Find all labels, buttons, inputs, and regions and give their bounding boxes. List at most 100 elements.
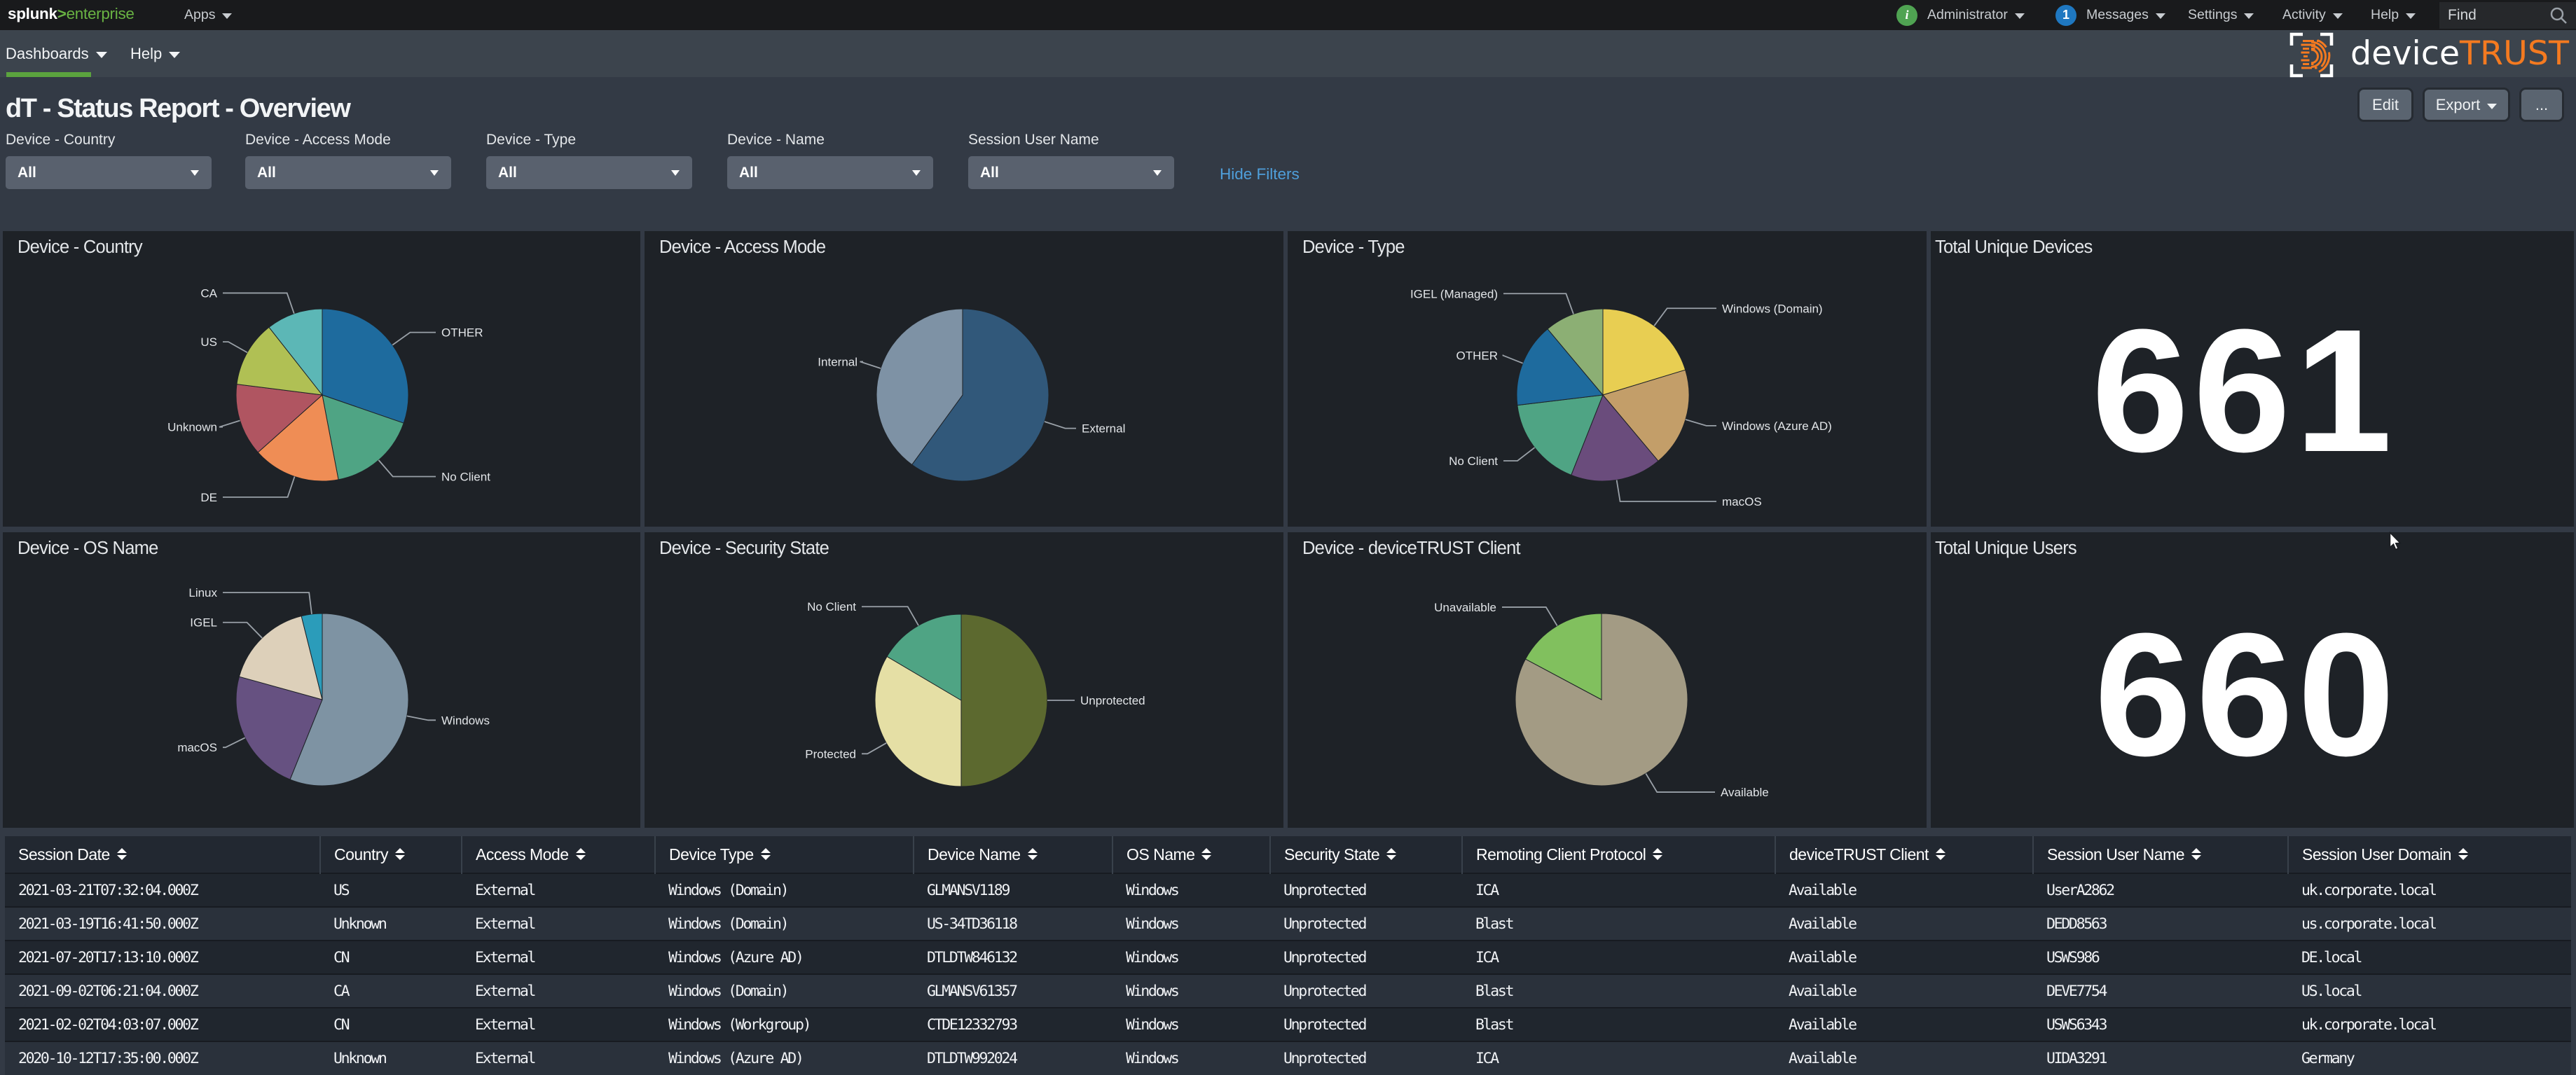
menu-apps[interactable]: Apps	[184, 0, 232, 30]
table-row[interactable]: 2020-10-12T17:35:00.000ZUnknownExternalW…	[5, 1041, 2571, 1075]
filter-dropdown-0[interactable]: All	[6, 156, 212, 189]
table-cell: Blast	[1462, 1008, 1775, 1041]
pie-label-leader	[1654, 308, 1716, 326]
chevron-down-icon	[191, 170, 199, 176]
filter-label-0: Device - Country	[6, 132, 115, 148]
table-cell: Windows	[1113, 873, 1270, 907]
table-cell: Unprotected	[1270, 907, 1462, 941]
table-cell: Available	[1775, 941, 2033, 974]
table-cell: GLMANSV1189	[914, 873, 1113, 907]
single-value: 660	[2094, 607, 2399, 782]
menu-administrator[interactable]: iAdministrator	[1896, 0, 2025, 30]
pie-chart[interactable]: AvailableUnavailable	[1288, 532, 1927, 828]
menu-messages[interactable]: 1Messages	[2055, 0, 2165, 30]
filter-label-2: Device - Type	[486, 132, 576, 148]
table-cell: Windows (Domain)	[655, 873, 914, 907]
table-cell: Unprotected	[1270, 941, 1462, 974]
table-cell: External	[462, 1041, 655, 1075]
pie-slice-label: OTHER	[1456, 349, 1499, 362]
table-row[interactable]: 2021-03-21T07:32:04.000ZUSExternalWindow…	[5, 873, 2571, 907]
pie-chart[interactable]: OTHERNo ClientDEUnknownUSCA	[3, 231, 640, 527]
table-cell: Unprotected	[1270, 974, 1462, 1008]
pie-slice-label: DE	[200, 491, 217, 504]
filter-dropdown-3[interactable]: All	[727, 156, 933, 189]
pie-slice-unprotected[interactable]	[961, 614, 1047, 786]
filter-dropdown-4[interactable]: All	[968, 156, 1174, 189]
filter-dropdown-1[interactable]: All	[245, 156, 451, 189]
column-header-country[interactable]: Country	[320, 836, 462, 873]
table-cell: US.local	[2288, 974, 2571, 1008]
table-cell: UIDA3291	[2033, 1041, 2288, 1075]
table-cell: DE.local	[2288, 941, 2571, 974]
hide-filters-link[interactable]: Hide Filters	[1220, 165, 1300, 183]
table-cell: Available	[1775, 907, 2033, 941]
panel-device-country: Device - CountryOTHERNo ClientDEUnknownU…	[3, 231, 640, 527]
sort-icon	[117, 848, 127, 860]
edit-button[interactable]: Edit	[2357, 88, 2413, 122]
column-header-device-name[interactable]: Device Name	[914, 836, 1113, 873]
tab-help[interactable]: Help	[130, 30, 180, 77]
column-header-access-mode[interactable]: Access Mode	[462, 836, 655, 873]
mouse-cursor	[2388, 532, 2405, 553]
column-header-remoting-client-protocol[interactable]: Remoting Client Protocol	[1462, 836, 1775, 873]
pie-label-leader	[223, 592, 312, 614]
pie-slice-label: US	[200, 335, 217, 349]
table-cell: External	[462, 1008, 655, 1041]
pie-slice-label: OTHER	[441, 326, 483, 340]
page-title: dT - Status Report - Overview	[6, 94, 350, 124]
menu-help[interactable]: Help	[2371, 0, 2416, 30]
column-header-session-user-domain[interactable]: Session User Domain	[2288, 836, 2571, 873]
table-cell: Unprotected	[1270, 1008, 1462, 1041]
table-cell: DEDD8563	[2033, 907, 2288, 941]
search-icon	[2549, 6, 2568, 25]
table-cell: 2021-07-20T17:13:10.000Z	[5, 941, 320, 974]
pie-label-leader	[407, 716, 436, 720]
table-cell: CTDE12332793	[914, 1008, 1113, 1041]
chevron-down-icon	[430, 170, 439, 176]
chevron-down-icon	[912, 170, 921, 176]
table-cell: External	[462, 907, 655, 941]
column-header-os-name[interactable]: OS Name	[1113, 836, 1270, 873]
pie-chart[interactable]: WindowsmacOSIGELLinux	[3, 532, 640, 828]
pie-slice-label: IGEL	[190, 616, 217, 630]
active-tab-underline	[6, 72, 91, 77]
pie-label-leader	[1502, 607, 1557, 626]
chevron-down-icon	[96, 52, 107, 58]
table-row[interactable]: 2021-03-19T16:41:50.000ZUnknownExternalW…	[5, 907, 2571, 941]
pie-chart[interactable]: UnprotectedProtectedNo Client	[645, 532, 1283, 828]
table-row[interactable]: 2021-02-02T04:03:07.000ZCNExternalWindow…	[5, 1008, 2571, 1041]
find-search-input[interactable]: Find	[2439, 2, 2576, 29]
more-actions-button[interactable]: ...	[2519, 88, 2564, 122]
pie-label-leader	[860, 361, 881, 368]
splunk-logo[interactable]: splunk>enterprise	[8, 5, 135, 23]
tab-dashboards[interactable]: Dashboards	[6, 30, 107, 77]
pie-chart[interactable]: ExternalInternal	[645, 231, 1283, 527]
panel-total-unique-users: Total Unique Users660	[1931, 532, 2574, 828]
column-header-session-user-name[interactable]: Session User Name	[2033, 836, 2288, 873]
table-row[interactable]: 2021-09-02T06:21:04.000ZCAExternalWindow…	[5, 974, 2571, 1008]
chevron-down-icon	[2244, 13, 2254, 19]
table-cell: Windows (Azure AD)	[655, 941, 914, 974]
chevron-down-icon	[1153, 170, 1162, 176]
column-header-devicetrust-client[interactable]: deviceTRUST Client	[1775, 836, 2033, 873]
table-cell: Available	[1775, 1008, 2033, 1041]
menu-activity[interactable]: Activity	[2282, 0, 2343, 30]
column-header-session-date[interactable]: Session Date	[5, 836, 320, 873]
filter-label-3: Device - Name	[727, 132, 825, 148]
sort-icon	[1028, 848, 1038, 860]
table-cell: Available	[1775, 974, 2033, 1008]
panel-device-security-state: Device - Security StateUnprotectedProtec…	[645, 532, 1283, 828]
pie-label-leader	[223, 476, 295, 497]
sessions-table-panel: Session DateCountryAccess ModeDevice Typ…	[5, 836, 2571, 1075]
panel-device-type: Device - TypeWindows (Domain)Windows (Az…	[1288, 231, 1927, 527]
column-header-device-type[interactable]: Device Type	[655, 836, 914, 873]
column-header-security-state[interactable]: Security State	[1270, 836, 1462, 873]
menu-settings[interactable]: Settings	[2188, 0, 2254, 30]
export-button[interactable]: Export	[2423, 88, 2510, 122]
pie-slice-label: Windows (Azure AD)	[1722, 419, 1832, 433]
pie-chart[interactable]: Windows (Domain)Windows (Azure AD)macOSN…	[1288, 231, 1927, 527]
filter-dropdown-2[interactable]: All	[486, 156, 692, 189]
sort-icon	[1936, 848, 1945, 860]
pie-label-leader	[1045, 422, 1076, 429]
table-row[interactable]: 2021-07-20T17:13:10.000ZCNExternalWindow…	[5, 941, 2571, 974]
